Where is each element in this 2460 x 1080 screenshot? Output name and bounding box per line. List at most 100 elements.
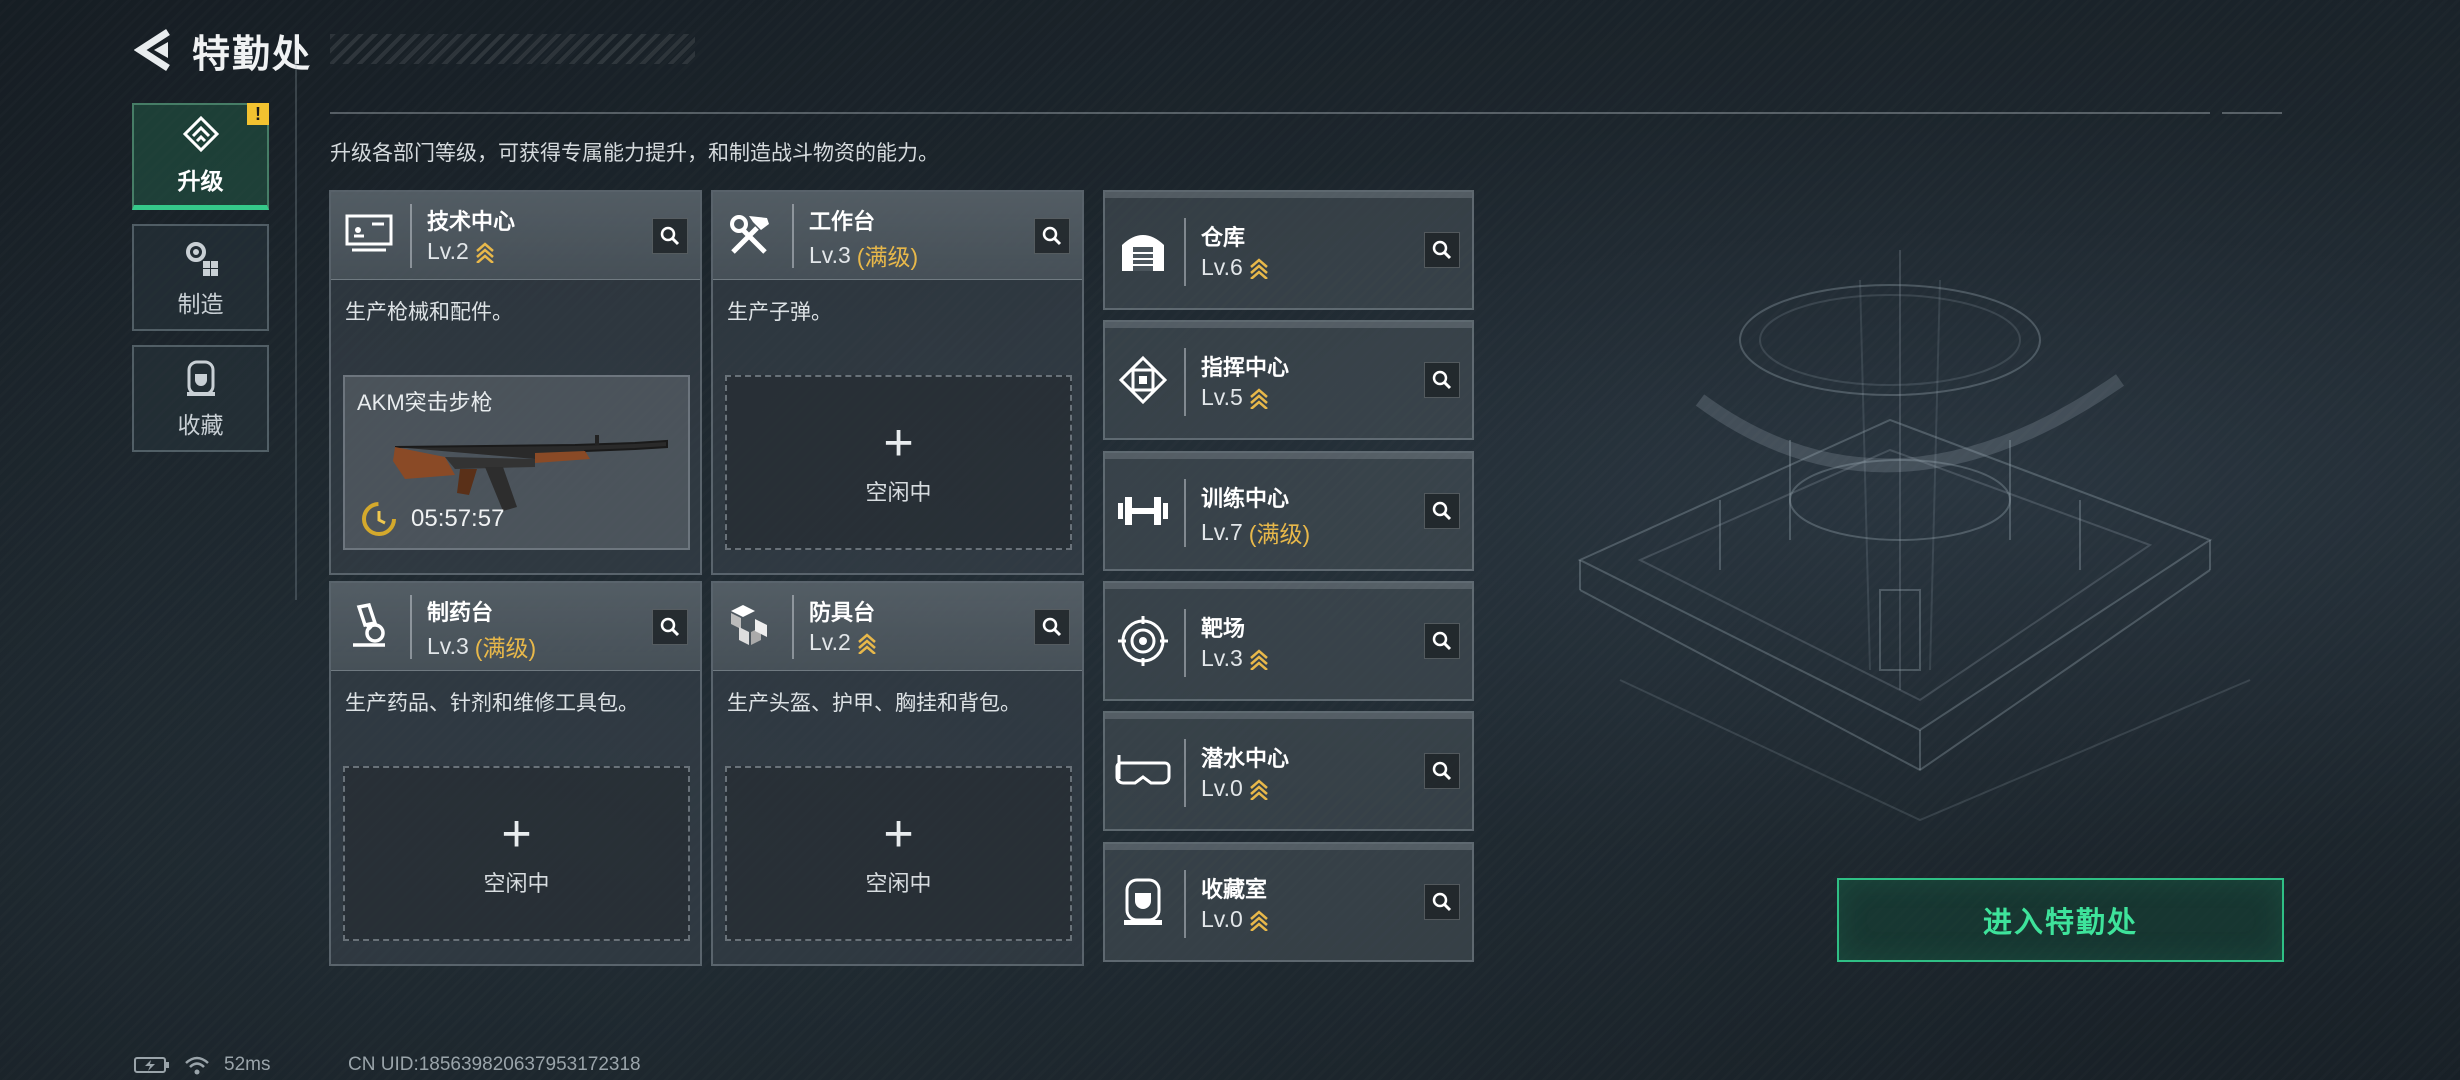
card-title: 制药台 <box>427 600 494 625</box>
search-button[interactable] <box>652 609 688 645</box>
search-button[interactable] <box>1034 609 1070 645</box>
search-button[interactable] <box>1424 884 1460 920</box>
microscope-icon <box>341 597 397 653</box>
header-separator <box>1184 739 1186 807</box>
user-uid: CN UID:1856398206379531723​18 <box>348 1054 641 1075</box>
level-text: Lv.3 <box>809 241 851 268</box>
card-header: 技术中心 Lv.2 <box>331 192 700 280</box>
trophy-case-icon <box>186 360 215 396</box>
card-description: 生产头盔、护甲、胸挂和背包。 <box>727 692 1021 715</box>
search-icon <box>1432 892 1452 912</box>
search-button[interactable] <box>1424 232 1460 268</box>
tab-collection-label: 收藏 <box>177 411 224 438</box>
level-text: Lv.7 <box>1201 518 1243 545</box>
search-icon <box>1432 761 1452 781</box>
trophy-case-icon <box>1115 874 1171 930</box>
card-header: 工作台 Lv.3 (满级) <box>713 192 1082 280</box>
crafting-slot[interactable]: AKM突击步枪 05:57:57 <box>343 375 690 550</box>
header-separator <box>1184 479 1186 547</box>
page-description: 升级各部门等级，可获得专属能力提升，和制造战斗物资的能力。 <box>330 142 939 165</box>
search-icon <box>1042 617 1062 637</box>
max-level-tag: (满级) <box>474 635 537 661</box>
card-command-center[interactable]: 指挥中心 Lv.5 <box>1103 320 1474 440</box>
card-title: 指挥中心 <box>1201 355 1290 380</box>
battery-charging-icon <box>134 1057 169 1073</box>
tab-craft-label: 制造 <box>177 290 224 317</box>
search-button[interactable] <box>652 218 688 254</box>
card-training-center[interactable]: 训练中心 Lv.7 (满级) <box>1103 451 1474 571</box>
card-title: 潜水中心 <box>1201 746 1290 771</box>
warehouse-icon <box>1115 222 1171 278</box>
enter-special-ops-button[interactable]: 进入特勤处 <box>1837 878 2284 962</box>
add-icon: + <box>501 804 532 863</box>
search-icon <box>1042 226 1062 246</box>
card-pharmacy[interactable]: 制药台 Lv.3 (满级) 生产药品、针剂和维修工具包。 + 空闲中 <box>329 581 702 966</box>
boxes-icon <box>723 597 779 653</box>
header-separator <box>1184 348 1186 416</box>
card-tech-center[interactable]: 技术中心 Lv.2 生产枪械和配件。 AKM突击步枪 05:57:57 <box>329 190 702 575</box>
card-armor-bench[interactable]: 防具台 Lv.2 生产头盔、护甲、胸挂和背包。 + 空闲中 <box>711 581 1084 966</box>
add-icon: + <box>883 804 914 863</box>
back-button[interactable] <box>130 22 178 78</box>
card-collection-room[interactable]: 收藏室 Lv.0 <box>1103 842 1474 962</box>
header-separator <box>410 595 412 659</box>
gears-icon <box>185 241 218 276</box>
wifi-icon <box>185 1056 209 1075</box>
card-level: Lv.2 <box>427 238 495 265</box>
level-text: Lv.3 <box>1201 645 1243 671</box>
upgrade-icon <box>182 115 219 153</box>
tab-upgrade[interactable]: ! 升级 <box>132 103 269 210</box>
crafting-timer: 05:57:57 <box>361 501 504 537</box>
page-title: 特勤处 <box>192 33 313 76</box>
search-button[interactable] <box>1034 218 1070 254</box>
card-title: 防具台 <box>809 600 876 625</box>
card-level: Lv.3 (满级) <box>427 629 536 663</box>
card-description: 生产药品、针剂和维修工具包。 <box>345 692 639 715</box>
header-separator <box>1184 870 1186 938</box>
level-text: Lv.0 <box>1201 906 1243 932</box>
idle-label: 空闲中 <box>865 870 932 896</box>
search-button[interactable] <box>1424 493 1460 529</box>
card-title: 工作台 <box>809 209 876 234</box>
search-icon <box>1432 501 1452 521</box>
search-icon <box>660 226 680 246</box>
card-header: 防具台 Lv.2 <box>713 583 1082 671</box>
card-diving-center[interactable]: 潜水中心 Lv.0 <box>1103 711 1474 831</box>
upgrade-chevrons-icon <box>1249 257 1268 279</box>
timer-text: 05:57:57 <box>411 505 505 532</box>
add-icon: + <box>883 413 914 472</box>
target-icon <box>1115 613 1171 669</box>
idle-slot[interactable]: + 空闲中 <box>343 766 690 941</box>
card-shooting-range[interactable]: 靶场 Lv.3 <box>1103 581 1474 701</box>
level-text: Lv.0 <box>1201 775 1243 801</box>
card-title: 收藏室 <box>1201 877 1268 902</box>
hammer-wrench-icon <box>723 206 779 262</box>
card-header: 制药台 Lv.3 (满级) <box>331 583 700 671</box>
upgrade-chevrons-icon <box>1249 648 1268 670</box>
tab-upgrade-label: 升级 <box>177 168 224 194</box>
crafting-item-name: AKM突击步枪 <box>357 390 493 415</box>
base-building-illustration <box>1577 250 2251 822</box>
header-separator <box>792 595 794 659</box>
search-button[interactable] <box>1424 362 1460 398</box>
progress-ring-icon <box>362 502 396 536</box>
card-workbench[interactable]: 工作台 Lv.3 (满级) 生产子弹。 + 空闲中 <box>711 190 1084 575</box>
level-text: Lv.2 <box>427 238 469 264</box>
idle-slot[interactable]: + 空闲中 <box>725 375 1072 550</box>
idle-slot[interactable]: + 空闲中 <box>725 766 1072 941</box>
tab-craft[interactable]: 制造 <box>132 224 269 331</box>
dumbbell-icon <box>1115 483 1171 539</box>
max-level-tag: (满级) <box>1248 521 1311 547</box>
header-separator <box>1184 609 1186 677</box>
upgrade-chevrons-icon <box>1249 909 1268 931</box>
top-rule <box>330 112 2210 114</box>
ping-text: 52ms <box>224 1054 271 1075</box>
search-icon <box>1432 631 1452 651</box>
card-description: 生产枪械和配件。 <box>345 301 513 324</box>
diving-mask-icon <box>1115 743 1171 799</box>
search-button[interactable] <box>1424 753 1460 789</box>
card-warehouse[interactable]: 仓库 Lv.6 <box>1103 190 1474 310</box>
card-level: Lv.3 (满级) <box>809 238 918 272</box>
search-button[interactable] <box>1424 623 1460 659</box>
tab-collection[interactable]: 收藏 <box>132 345 269 452</box>
